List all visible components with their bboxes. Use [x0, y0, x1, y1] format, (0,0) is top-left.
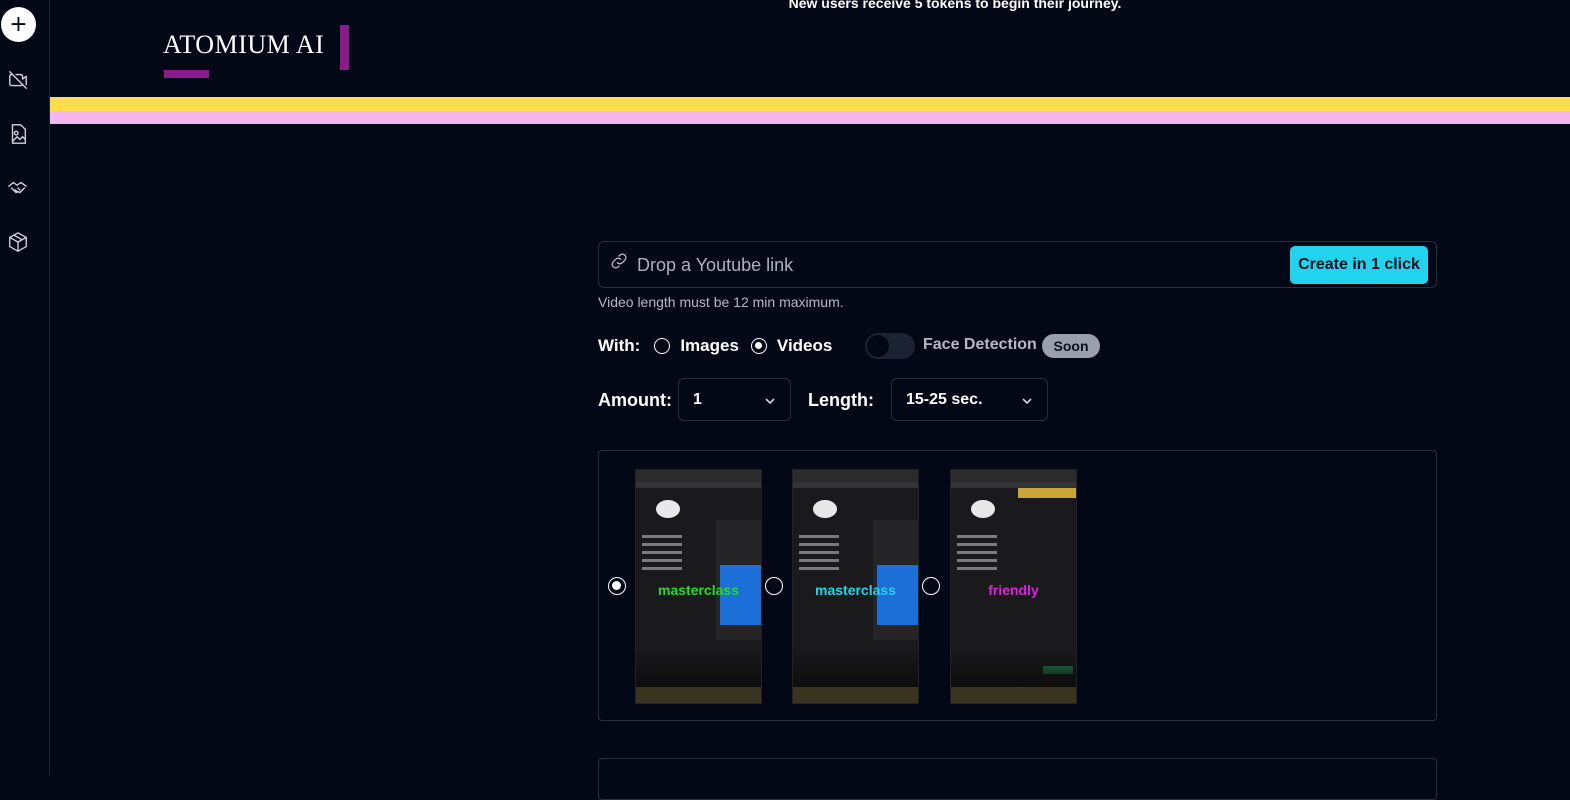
soon-badge: Soon — [1042, 334, 1100, 358]
videos-radio[interactable] — [750, 338, 767, 354]
face-detection-toggle[interactable] — [865, 333, 915, 359]
link-icon — [609, 251, 631, 273]
next-section-box — [598, 758, 1437, 800]
template-thumbnail-2[interactable]: masterclass — [792, 469, 919, 704]
videos-option-label[interactable]: Videos — [777, 336, 832, 356]
template-thumbnail-3[interactable]: friendly — [950, 469, 1077, 704]
ninja-logo-icon — [813, 500, 837, 518]
template-thumbnail-1[interactable]: masterclass — [635, 469, 762, 704]
template-caption-3: friendly — [988, 582, 1039, 598]
video-off-icon[interactable] — [7, 69, 29, 91]
browser-tab-bar — [793, 470, 918, 482]
logo-accent-bar — [340, 25, 349, 70]
images-option-label[interactable]: Images — [680, 336, 739, 356]
thumbnail-footer — [793, 687, 918, 703]
amount-select[interactable]: 1 — [678, 378, 791, 421]
browser-url-bar — [793, 482, 918, 488]
thumbnail-banner — [1018, 488, 1076, 498]
thumbnail-shade — [793, 647, 918, 687]
thumbnail-menu — [799, 535, 849, 575]
media-type-row: With: Images Videos — [598, 334, 832, 358]
header-stripe-pink — [50, 111, 1570, 124]
promo-banner: New users receive 5 tokens to begin thei… — [788, 0, 1122, 11]
ninja-logo-icon — [656, 500, 680, 518]
package-icon[interactable] — [7, 231, 29, 253]
youtube-link-box: Create in 1 click — [598, 241, 1437, 288]
thumbnail-footer — [951, 687, 1076, 703]
logo-underline — [164, 70, 209, 78]
thumbnail-shade — [951, 647, 1076, 687]
length-value: 15-25 sec. — [906, 391, 983, 408]
browser-tab-bar — [951, 470, 1076, 482]
browser-url-bar — [636, 482, 761, 488]
with-label: With: — [598, 336, 641, 355]
template-caption-2: masterclass — [815, 582, 896, 598]
image-file-icon[interactable] — [7, 123, 29, 145]
create-button[interactable]: Create in 1 click — [1290, 246, 1428, 284]
chevron-down-icon — [764, 394, 776, 406]
template-radio-3[interactable] — [922, 577, 940, 595]
template-radio-1[interactable] — [608, 577, 626, 595]
new-project-button[interactable]: + — [1, 7, 36, 42]
video-length-hint: Video length must be 12 min maximum. — [598, 294, 844, 310]
plus-icon: + — [9, 11, 28, 37]
thumbnail-menu — [957, 535, 1007, 575]
length-select[interactable]: 15-25 sec. — [891, 378, 1048, 421]
brand-logo[interactable]: ATOMIUM AI — [163, 30, 324, 60]
thumbnail-menu — [642, 535, 692, 575]
chevron-down-icon — [1021, 394, 1033, 406]
header-stripe-yellow — [50, 97, 1570, 111]
handshake-icon[interactable] — [7, 177, 29, 199]
thumbnail-footer — [636, 687, 761, 703]
caption-template-picker: masterclass masterclass friendly — [598, 450, 1437, 721]
amount-label: Amount: — [598, 390, 672, 410]
face-detection-label: Face Detection — [923, 336, 1037, 353]
length-label: Length: — [808, 390, 874, 410]
browser-tab-bar — [636, 470, 761, 482]
template-radio-2[interactable] — [765, 577, 783, 595]
sidebar: + — [0, 0, 50, 775]
ninja-logo-icon — [971, 500, 995, 518]
amount-value: 1 — [693, 391, 702, 408]
youtube-link-input[interactable] — [635, 250, 1239, 280]
template-caption-1: masterclass — [658, 582, 739, 598]
thumbnail-shade — [636, 647, 761, 687]
images-radio[interactable] — [654, 338, 671, 354]
toggle-knob — [867, 335, 889, 357]
